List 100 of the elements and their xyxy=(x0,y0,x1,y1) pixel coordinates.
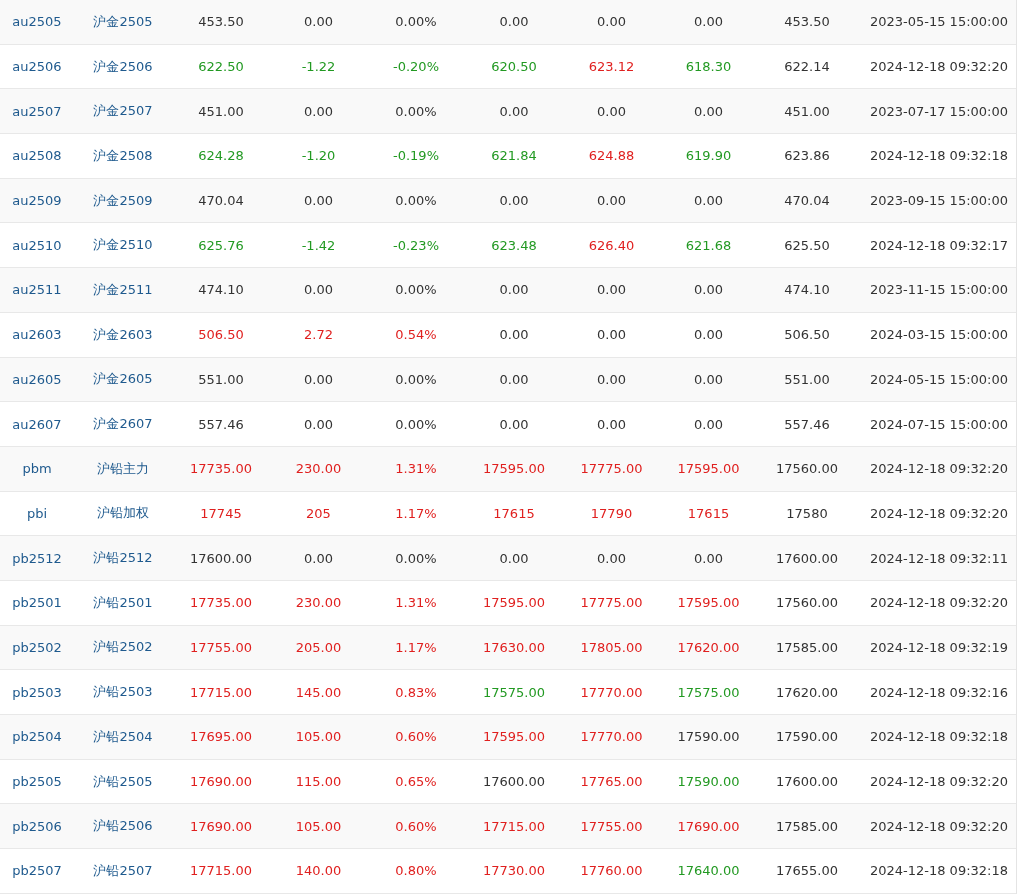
high-price: 17770.00 xyxy=(580,684,643,700)
contract-code-link[interactable]: pb2506 xyxy=(12,818,62,834)
high-price: 17770.00 xyxy=(580,729,643,745)
open-price: 17595.00 xyxy=(483,729,545,745)
contract-name-link[interactable]: 沪铅2507 xyxy=(93,862,153,878)
contract-name-link[interactable]: 沪铅加权 xyxy=(97,505,149,521)
change-percent: 0.00% xyxy=(395,14,437,30)
last-price: 17715.00 xyxy=(190,684,252,700)
contract-name-link[interactable]: 沪铅2503 xyxy=(93,684,153,700)
contract-name-link[interactable]: 沪铅2512 xyxy=(93,550,153,566)
last-price: 17600.00 xyxy=(190,550,252,566)
contract-code-link[interactable]: pbi xyxy=(26,505,48,521)
prev-settle-price: 622.14 xyxy=(784,59,830,75)
prev-settle-price: 506.50 xyxy=(784,327,830,343)
contract-code-link[interactable]: au2507 xyxy=(12,103,62,119)
contract-code-link[interactable]: pb2505 xyxy=(12,774,62,790)
contract-name-link[interactable]: 沪铅2501 xyxy=(93,594,153,610)
low-price: 621.68 xyxy=(685,237,732,253)
contract-code-link[interactable]: pbm xyxy=(22,461,52,477)
update-time: 2024-12-18 09:32:20 xyxy=(869,774,1008,790)
high-price: 626.40 xyxy=(588,237,635,253)
update-time: 2024-12-18 09:32:17 xyxy=(869,237,1008,253)
last-price: 17745 xyxy=(200,505,242,521)
last-price: 622.50 xyxy=(198,59,244,75)
low-price: 17575.00 xyxy=(677,684,740,700)
last-price: 506.50 xyxy=(198,327,244,343)
contract-name-link[interactable]: 沪金2507 xyxy=(93,103,153,119)
high-price: 17775.00 xyxy=(580,461,643,477)
contract-name-link[interactable]: 沪金2505 xyxy=(93,13,153,29)
low-price: 0.00 xyxy=(694,371,723,387)
prev-settle-price: 17655.00 xyxy=(776,863,838,879)
contract-name-link[interactable]: 沪金2506 xyxy=(93,58,153,74)
high-price: 623.12 xyxy=(588,59,635,75)
change-percent: 0.00% xyxy=(395,103,437,119)
low-price: 0.00 xyxy=(694,550,723,566)
high-price: 0.00 xyxy=(597,103,626,119)
contract-name-link[interactable]: 沪金2508 xyxy=(93,147,153,163)
contract-name-link[interactable]: 沪金2605 xyxy=(93,371,153,387)
prev-settle-price: 551.00 xyxy=(784,371,830,387)
price-change: 0.00 xyxy=(304,550,333,566)
update-time: 2024-12-18 09:32:20 xyxy=(869,505,1008,521)
prev-settle-price: 17600.00 xyxy=(776,774,838,790)
price-change: 105.00 xyxy=(295,729,342,745)
contract-code-link[interactable]: pb2504 xyxy=(12,729,62,745)
update-time: 2024-12-18 09:32:20 xyxy=(869,818,1008,834)
change-percent: 0.60% xyxy=(395,818,437,834)
contract-name-link[interactable]: 沪铅主力 xyxy=(97,460,149,476)
update-time: 2024-12-18 09:32:18 xyxy=(869,148,1008,164)
last-price: 551.00 xyxy=(198,371,244,387)
contract-code-link[interactable]: au2511 xyxy=(12,282,62,298)
contract-name-link[interactable]: 沪金2511 xyxy=(93,281,153,297)
update-time: 2024-12-18 09:32:20 xyxy=(869,461,1008,477)
open-price: 621.84 xyxy=(491,148,537,164)
last-price: 474.10 xyxy=(198,282,244,298)
open-price: 0.00 xyxy=(499,550,529,566)
prev-settle-price: 17590.00 xyxy=(776,729,838,745)
high-price: 0.00 xyxy=(597,193,626,209)
contract-code-link[interactable]: au2605 xyxy=(12,371,62,387)
contract-code-link[interactable]: pb2512 xyxy=(12,550,62,566)
update-time: 2024-12-18 09:32:11 xyxy=(869,550,1008,566)
contract-code-link[interactable]: pb2507 xyxy=(12,863,62,879)
contract-code-link[interactable]: au2607 xyxy=(12,416,62,432)
contract-code-link[interactable]: au2509 xyxy=(12,193,62,209)
contract-name-link[interactable]: 沪金2510 xyxy=(93,237,153,253)
contract-name-link[interactable]: 沪铅2502 xyxy=(93,639,153,655)
change-percent: 0.65% xyxy=(395,774,437,790)
open-price: 0.00 xyxy=(499,327,529,343)
contract-name-link[interactable]: 沪铅2504 xyxy=(93,728,153,744)
contract-code-link[interactable]: pb2501 xyxy=(12,595,62,611)
prev-settle-price: 17585.00 xyxy=(776,818,838,834)
price-change: 140.00 xyxy=(295,863,342,879)
price-change: 115.00 xyxy=(295,774,342,790)
contract-name-link[interactable]: 沪金2603 xyxy=(93,326,153,342)
price-change: -1.20 xyxy=(301,148,336,164)
low-price: 0.00 xyxy=(694,193,723,209)
price-change: 0.00 xyxy=(304,103,333,119)
open-price: 17595.00 xyxy=(483,461,545,477)
contract-code-link[interactable]: au2506 xyxy=(12,59,62,75)
contract-name-link[interactable]: 沪铅2506 xyxy=(93,818,153,834)
contract-name-link[interactable]: 沪铅2505 xyxy=(93,773,153,789)
contract-code-link[interactable]: pb2503 xyxy=(12,684,62,700)
price-change: -1.22 xyxy=(301,59,336,75)
high-price: 17760.00 xyxy=(580,863,643,879)
price-change: 0.00 xyxy=(304,282,333,298)
contract-code-link[interactable]: pb2502 xyxy=(12,639,62,655)
low-price: 17620.00 xyxy=(677,639,740,655)
open-price: 0.00 xyxy=(499,103,529,119)
high-price: 17790 xyxy=(590,505,633,521)
high-price: 0.00 xyxy=(597,14,626,30)
contract-code-link[interactable]: au2603 xyxy=(12,327,62,343)
contract-name-link[interactable]: 沪金2607 xyxy=(93,416,153,432)
contract-name-link[interactable]: 沪金2509 xyxy=(93,192,153,208)
price-change: 205 xyxy=(306,505,331,521)
change-percent: 0.00% xyxy=(395,282,437,298)
high-price: 0.00 xyxy=(597,416,626,432)
contract-code-link[interactable]: au2505 xyxy=(12,14,62,30)
contract-code-link[interactable]: au2508 xyxy=(12,148,62,164)
change-percent: 1.17% xyxy=(395,505,437,521)
contract-code-link[interactable]: au2510 xyxy=(12,237,62,253)
high-price: 0.00 xyxy=(597,327,626,343)
